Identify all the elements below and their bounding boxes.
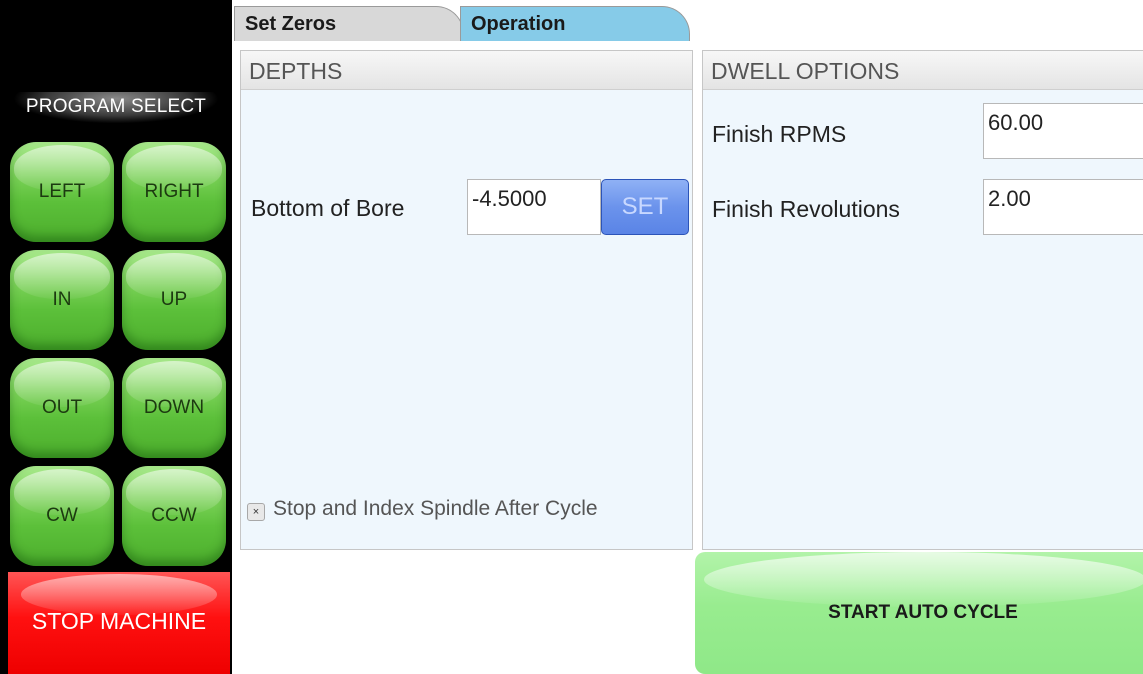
- finish-rpms-label: Finish RPMS: [712, 121, 847, 147]
- down-button[interactable]: DOWN: [122, 358, 226, 458]
- dwell-options-panel: DWELL OPTIONS Finish RPMS 60.00 Finish R…: [702, 50, 1143, 550]
- stop-machine-button[interactable]: STOP MACHINE: [8, 572, 230, 674]
- ccw-button-label: CCW: [151, 505, 197, 526]
- in-button-label: IN: [52, 289, 72, 310]
- right-button[interactable]: RIGHT: [122, 142, 226, 242]
- program-select-panel: PROGRAM SELECT LEFT RIGHT IN UP OUT DOWN…: [0, 0, 232, 674]
- in-button[interactable]: IN: [10, 250, 114, 350]
- tab-set-zeros[interactable]: Set Zeros: [234, 6, 464, 41]
- program-select-title: PROGRAM SELECT: [0, 92, 232, 126]
- finish-revolutions-label: Finish Revolutions: [712, 196, 900, 222]
- tab-operation-label: Operation: [471, 13, 566, 35]
- set-button[interactable]: SET: [601, 179, 689, 235]
- finish-revolutions-input[interactable]: 2.00: [983, 179, 1143, 235]
- out-button[interactable]: OUT: [10, 358, 114, 458]
- bottom-of-bore-label: Bottom of Bore: [251, 195, 405, 221]
- cw-button-label: CW: [46, 505, 78, 526]
- stop-index-spindle-checkbox[interactable]: ×: [247, 503, 265, 521]
- ccw-button[interactable]: CCW: [122, 466, 226, 566]
- down-button-label: DOWN: [143, 397, 205, 418]
- tab-operation[interactable]: Operation: [460, 6, 690, 41]
- start-auto-cycle-button[interactable]: START AUTO CYCLE: [695, 552, 1143, 674]
- out-button-label: OUT: [41, 397, 83, 418]
- start-auto-cycle-label: START AUTO CYCLE: [828, 602, 1018, 623]
- cw-button[interactable]: CW: [10, 466, 114, 566]
- stop-index-spindle-label: Stop and Index Spindle After Cycle: [273, 497, 598, 520]
- dwell-options-header: DWELL OPTIONS: [703, 51, 1143, 90]
- depths-header: DEPTHS: [241, 51, 692, 90]
- stop-machine-label: STOP MACHINE: [31, 608, 207, 634]
- up-button[interactable]: UP: [122, 250, 226, 350]
- bottom-of-bore-input[interactable]: -4.5000: [467, 179, 601, 235]
- depths-panel: DEPTHS Bottom of Bore -4.5000 SET × Stop…: [240, 50, 693, 550]
- tab-set-zeros-label: Set Zeros: [245, 13, 337, 35]
- left-button[interactable]: LEFT: [10, 142, 114, 242]
- finish-rpms-input[interactable]: 60.00: [983, 103, 1143, 159]
- right-button-label: RIGHT: [144, 181, 204, 202]
- left-button-label: LEFT: [38, 181, 86, 202]
- up-button-label: UP: [160, 289, 188, 310]
